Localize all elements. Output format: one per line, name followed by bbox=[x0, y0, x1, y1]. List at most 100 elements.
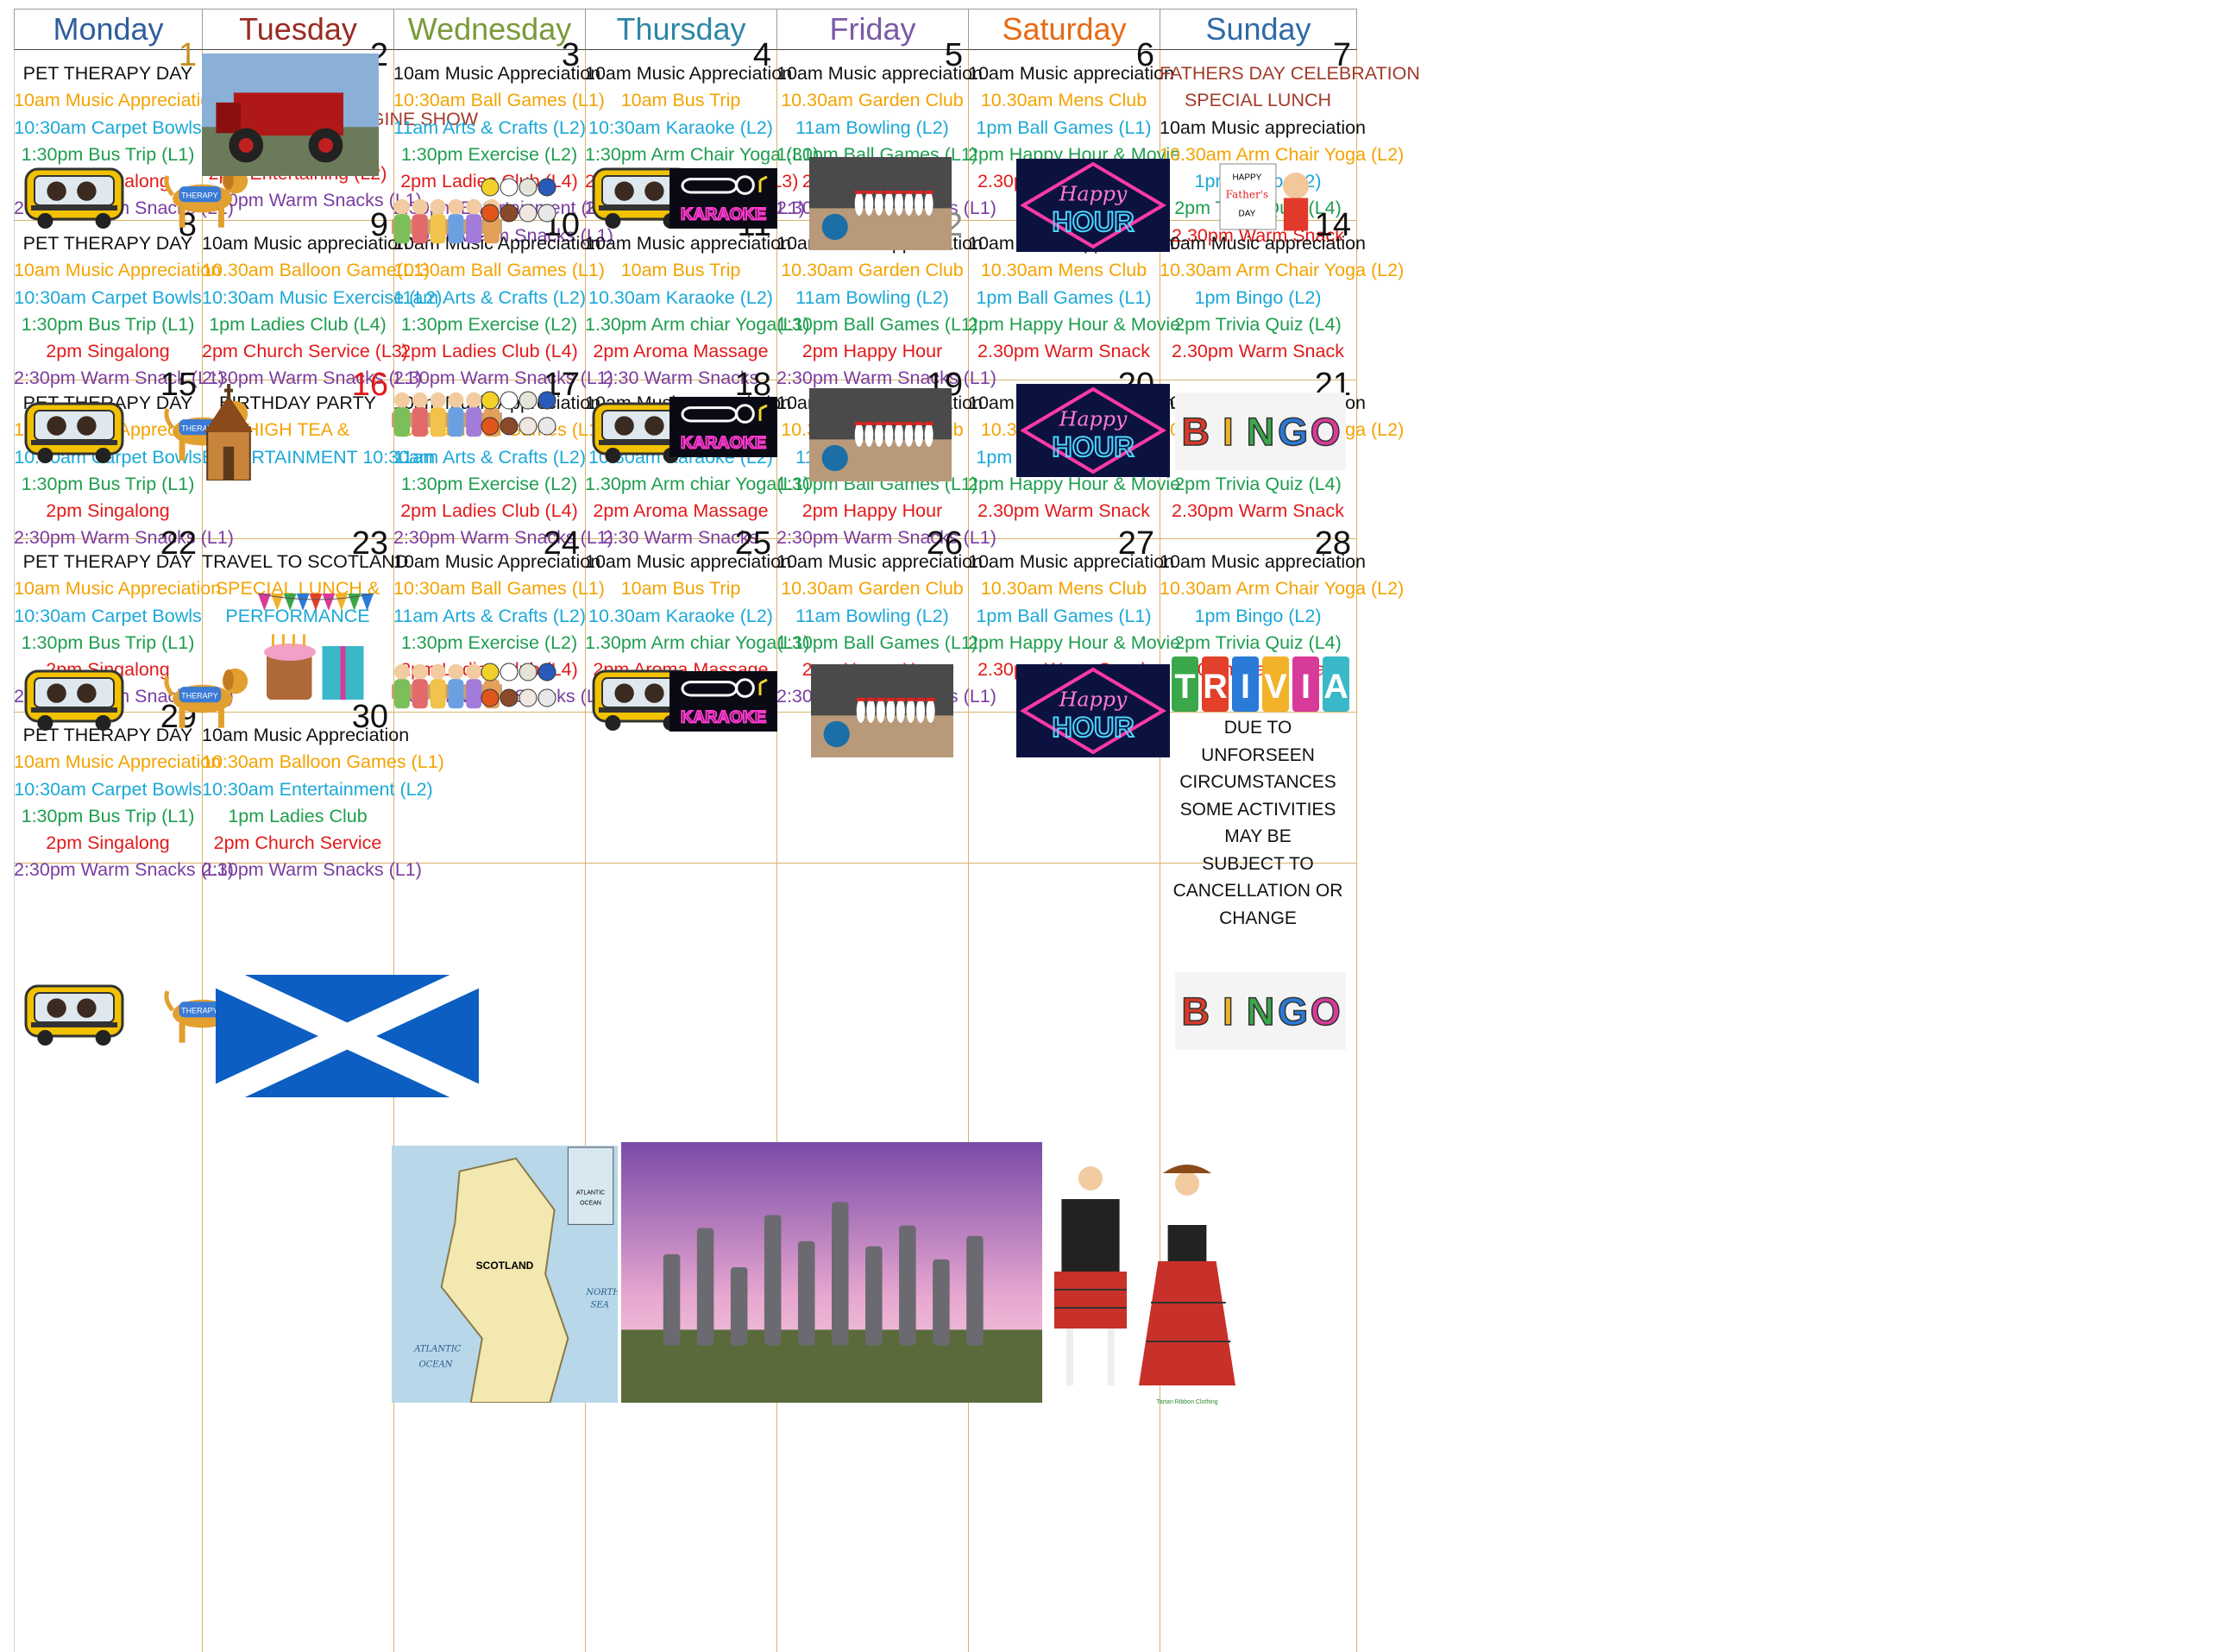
activity-line: 1:30pm Exercise (L2) bbox=[400, 143, 578, 165]
activity-line: 10am Music Appreciation bbox=[393, 551, 601, 572]
activity-line: PET THERAPY DAY bbox=[22, 233, 193, 254]
svg-text:Father's: Father's bbox=[1226, 189, 1269, 201]
karaoke-sign-icon: KARAOKE bbox=[669, 397, 777, 457]
karaoke-sign-icon: KARAOKE bbox=[669, 671, 777, 732]
activity-line: 2pm Aroma Massage bbox=[593, 341, 769, 362]
svg-text:N: N bbox=[1247, 989, 1275, 1033]
svg-text:Tartan Ribbon Clothing: Tartan Ribbon Clothing bbox=[1156, 1399, 1217, 1405]
activity-line: 1pm Ball Games (L1) bbox=[976, 116, 1152, 138]
activity-line: 1pm Bingo (L2) bbox=[1194, 605, 1322, 626]
svg-text:THERAPY: THERAPY bbox=[181, 691, 218, 700]
svg-text:I: I bbox=[1241, 668, 1250, 706]
activity-line: 10.30am Arm Chair Yoga (L2) bbox=[1160, 578, 1405, 600]
activity-line: 10am Music appreciation bbox=[585, 233, 792, 254]
activity-line: 1:30pm Bus Trip (L1) bbox=[21, 313, 195, 335]
notice-line: SOME ACTIVITIES MAY BE bbox=[1179, 799, 1336, 847]
activity-line: 10am Music appreciation bbox=[585, 551, 792, 572]
bingo-sign-icon: BINGO bbox=[1175, 393, 1346, 470]
svg-text:N: N bbox=[1247, 410, 1275, 454]
activity-line: 10.30am Garden Club bbox=[781, 578, 964, 600]
activity-line: 10.30am Mens Club bbox=[980, 578, 1147, 600]
svg-text:HOUR: HOUR bbox=[1052, 431, 1134, 462]
activity-line: 10am Music Appreciation bbox=[393, 63, 601, 84]
svg-text:R: R bbox=[1203, 668, 1228, 706]
activity-line: 1pm Ladies Club (L4) bbox=[209, 313, 387, 335]
activity-line: 1.30pm Arm chiar Yoga(L1) bbox=[585, 313, 810, 335]
activity-line: 10am Music Appreciation bbox=[585, 63, 793, 84]
notice-line: CIRCUMSTANCES bbox=[1179, 772, 1336, 792]
activity-line: 10:30am Carpet Bowls bbox=[14, 286, 202, 308]
calendar: Monday Tuesday Wednesday Thursday Friday Satu… bbox=[14, 9, 2219, 1652]
cancellation-notice: DUE TO UNFORSEEN CIRCUMSTANCES SOME ACTIVIT… bbox=[1160, 714, 1356, 932]
scotland-map: SCOTLAND ATLANTIC OCEAN NORTH SEA ATLANT… bbox=[392, 1146, 620, 1404]
activity-line: 1:30pm Bus Trip (L1) bbox=[21, 473, 195, 494]
activity-line: 10:30am Carpet Bowls bbox=[14, 778, 202, 800]
bowling-photo bbox=[811, 664, 953, 757]
svg-text:HOUR: HOUR bbox=[1052, 712, 1134, 743]
activity-line: 11am Bowling (L2) bbox=[795, 605, 949, 626]
activity-line: 11am Arts & Crafts (L2) bbox=[393, 605, 587, 626]
day-activities: 10am Music Appreciation 10:30am Balloon G… bbox=[202, 722, 444, 884]
svg-text:SCOTLAND: SCOTLAND bbox=[476, 1259, 534, 1272]
svg-text:I: I bbox=[1223, 989, 1234, 1033]
activity-line: 2:30pm Warm Snacks (L1) bbox=[202, 859, 422, 881]
bowling-photo bbox=[809, 388, 952, 481]
activity-line: 10am Music appreciation bbox=[968, 551, 1175, 572]
activity-line: 10am Bus Trip bbox=[620, 260, 741, 281]
svg-text:KARAOKE: KARAOKE bbox=[681, 434, 766, 453]
fire-engine-photo bbox=[202, 53, 379, 176]
svg-text:OCEAN: OCEAN bbox=[418, 1360, 453, 1369]
svg-text:A: A bbox=[1323, 668, 1348, 706]
activity-line: 10.30am Arm Chair Yoga (L2) bbox=[1160, 260, 1405, 281]
bus-icon bbox=[22, 979, 126, 1048]
activity-line: 10:30am Balloon Games (L1) bbox=[202, 751, 444, 773]
activity-line: 10.30am Mens Club bbox=[980, 90, 1147, 111]
svg-text:G: G bbox=[1278, 989, 1308, 1033]
svg-text:ATLANTIC: ATLANTIC bbox=[576, 1190, 605, 1197]
sports-balls-icon bbox=[478, 660, 581, 729]
day-activities: PET THERAPY DAY10am Music Appreciation10… bbox=[14, 722, 234, 884]
activity-line: 10:30am Ball Games (L1) bbox=[393, 260, 605, 281]
activity-line: 10:30am Music Exercise (L2) bbox=[202, 286, 443, 308]
activity-line: 10am Bus Trip bbox=[620, 90, 741, 111]
activity-line: 1:30pm Ball Games (L1) bbox=[776, 631, 978, 653]
bingo-sign-icon: BINGO bbox=[1175, 972, 1346, 1050]
day-activities: 10am Music appreciation 10.30am Mens Club… bbox=[968, 549, 1180, 683]
happy-hour-sign-icon: Happy HOUR bbox=[1016, 384, 1170, 477]
fathers-day-icon: HAPPY Father's DAY bbox=[1216, 157, 1318, 239]
activity-line: 2.30pm Warm Snack bbox=[1172, 500, 1344, 522]
activity-line: 2pm Trivia Quiz (L4) bbox=[1174, 473, 1342, 494]
activity-line: 2:30pm Warm Snacks (L1) bbox=[14, 859, 234, 881]
activity-line: 2pm Church Service (L3) bbox=[202, 341, 408, 362]
svg-text:I: I bbox=[1301, 668, 1311, 706]
activity-line: PET THERAPY DAY bbox=[22, 63, 193, 84]
activity-line: 2pm Ladies Club (L4) bbox=[400, 341, 578, 362]
scotland-flag bbox=[211, 964, 484, 1109]
sports-balls-icon bbox=[478, 388, 581, 457]
activity-line: 1:30pm Exercise (L2) bbox=[400, 473, 578, 494]
scottish-couple-illustration: Tartan Ribbon Clothing bbox=[1018, 1147, 1260, 1406]
activity-line: 1.30pm Arm chiar Yoga(L1) bbox=[585, 631, 810, 653]
activity-line: 1:30pm Exercise (L2) bbox=[400, 313, 578, 335]
activity-line: 11am Arts & Crafts (L2) bbox=[393, 286, 587, 308]
bus-icon bbox=[22, 397, 126, 466]
activity-line: 2.30pm Warm Snack bbox=[977, 500, 1150, 522]
notice-line: UNFORSEEN bbox=[1201, 744, 1315, 765]
svg-text:V: V bbox=[1264, 668, 1287, 706]
activity-line: 10:30am Carpet Bowls bbox=[14, 605, 202, 626]
activity-line: 1:30pm Ball Games (L1) bbox=[776, 313, 978, 335]
svg-text:O: O bbox=[1311, 989, 1341, 1033]
activity-line: 10am Music appreciation bbox=[202, 233, 409, 254]
activity-line: 10am Music appreciation bbox=[968, 63, 1175, 84]
trivia-sign-icon: TRIVIA bbox=[1170, 653, 1351, 715]
activity-line: 11am Bowling (L2) bbox=[795, 286, 949, 308]
day-activities: 10am Music appreciation10.30am Arm Chair… bbox=[1160, 230, 1405, 365]
happy-hour-sign-icon: Happy HOUR bbox=[1016, 159, 1170, 252]
sports-balls-icon bbox=[478, 175, 581, 244]
activity-line: 10am Music Appreciation bbox=[14, 578, 222, 600]
activity-line: 10.30am Mens Club bbox=[980, 260, 1147, 281]
activity-line: 1pm Ladies Club bbox=[228, 805, 368, 826]
svg-text:B: B bbox=[1182, 410, 1210, 454]
karaoke-sign-icon: KARAOKE bbox=[669, 168, 777, 229]
activity-line: 10.30am Garden Club bbox=[781, 90, 964, 111]
